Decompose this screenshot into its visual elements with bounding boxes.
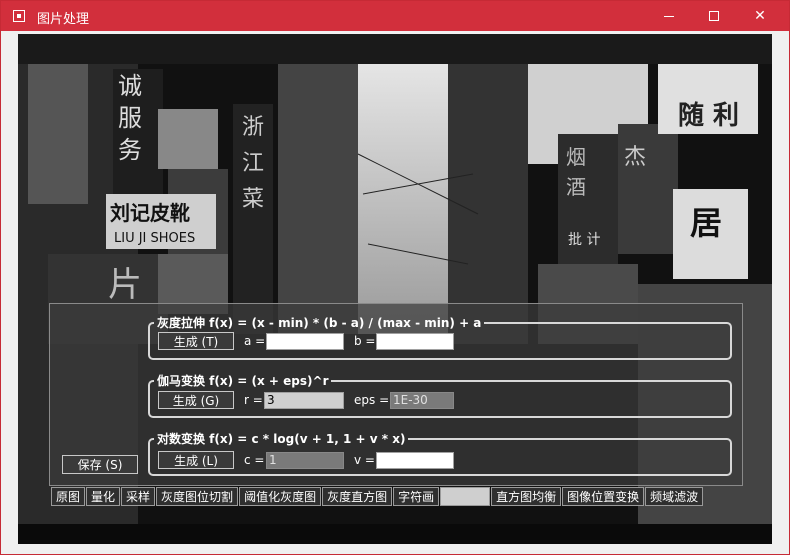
sign-char: 菜 xyxy=(242,187,264,212)
stretch-b-label: b = xyxy=(354,334,376,348)
gamma-r-label: r = xyxy=(244,393,263,407)
minimize-icon xyxy=(664,15,674,17)
gamma-eps-label: eps = xyxy=(354,393,390,407)
stretch-a-label: a = xyxy=(244,334,266,348)
log-generate-button[interactable]: 生成 (L) xyxy=(158,451,234,469)
sign-char: 服 xyxy=(118,104,142,132)
save-button[interactable]: 保存 (S) xyxy=(62,455,138,474)
maximize-button[interactable] xyxy=(691,1,737,31)
sign-char: 诚 xyxy=(118,72,142,100)
control-panel: 灰度拉伸 f(x) = (x - min) * (b - a) / (max -… xyxy=(49,303,743,486)
gamma-generate-button[interactable]: 生成 (G) xyxy=(158,391,234,409)
tab-frequency-filter[interactable]: 频域滤波 xyxy=(645,487,704,506)
sign-char: 烟 xyxy=(566,145,586,169)
sign-text: 随 利 xyxy=(678,100,739,131)
title-bar[interactable]: 图片处理 ✕ xyxy=(1,1,789,31)
sign-char: 片 xyxy=(108,265,142,305)
stretch-legend: 灰度拉伸 f(x) = (x - min) * (b - a) / (max -… xyxy=(157,316,482,330)
function-tab-bar: 原图 量化 采样 灰度图位切割 阈值化灰度图 灰度直方图 字符画 直方图均衡 图… xyxy=(51,487,704,506)
sign-char: 务 xyxy=(118,136,142,164)
tab-blank[interactable] xyxy=(440,487,491,506)
gamma-r-input[interactable]: 3 xyxy=(264,392,344,409)
sign-text: 批 计 xyxy=(568,232,600,248)
tab-sampling[interactable]: 采样 xyxy=(121,487,156,506)
sign-char: 居 xyxy=(690,204,722,242)
log-c-label: c = xyxy=(244,453,265,467)
tab-original[interactable]: 原图 xyxy=(51,487,86,506)
stretch-b-input[interactable] xyxy=(376,333,454,350)
sign-text: 刘记皮靴 xyxy=(110,201,190,225)
main-window: 图片处理 ✕ 诚 服 务 浙 江 菜 刘记皮靴 LIU JI SHOES 随 利… xyxy=(0,0,790,555)
close-icon: ✕ xyxy=(754,8,766,24)
close-button[interactable]: ✕ xyxy=(737,1,783,31)
log-v-input[interactable] xyxy=(376,452,454,469)
tab-bit-plane[interactable]: 灰度图位切割 xyxy=(156,487,239,506)
maximize-icon xyxy=(709,11,719,21)
stretch-generate-button[interactable]: 生成 (T) xyxy=(158,332,234,350)
sign-char: 浙 xyxy=(242,115,264,140)
stretch-a-input[interactable] xyxy=(266,333,344,350)
log-legend: 对数变换 f(x) = c * log(v + 1, 1 + v * x) xyxy=(157,432,406,446)
minimize-button[interactable] xyxy=(646,1,692,31)
tab-histogram-equalize[interactable]: 直方图均衡 xyxy=(491,487,562,506)
log-v-label: v = xyxy=(354,453,375,467)
sign-char: 杰 xyxy=(624,145,646,170)
app-icon xyxy=(13,10,25,22)
gamma-legend: 伽马变换 f(x) = (x + eps)^r xyxy=(157,374,329,388)
sign-char: 酒 xyxy=(566,175,586,199)
tab-gray-histogram[interactable]: 灰度直方图 xyxy=(322,487,393,506)
sign-char: 江 xyxy=(242,151,264,176)
log-c-input[interactable]: 1 xyxy=(266,452,344,469)
tab-threshold[interactable]: 阈值化灰度图 xyxy=(239,487,322,506)
tab-position-transform[interactable]: 图像位置变换 xyxy=(562,487,645,506)
window-title: 图片处理 xyxy=(37,12,90,27)
tab-quantize[interactable]: 量化 xyxy=(86,487,121,506)
sign-text: LIU JI SHOES xyxy=(114,231,195,246)
gamma-eps-input[interactable]: 1E-30 xyxy=(390,392,454,409)
tab-ascii-art[interactable]: 字符画 xyxy=(393,487,440,506)
